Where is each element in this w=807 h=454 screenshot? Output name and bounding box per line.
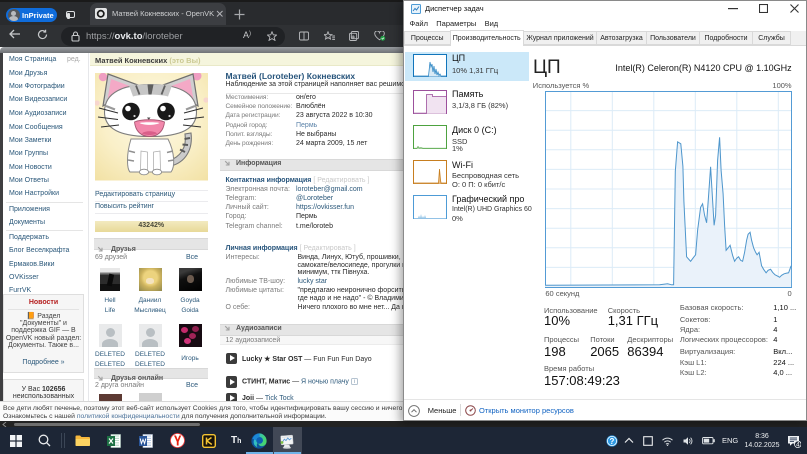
svg-text:4: 4: [796, 442, 800, 449]
svg-text:?: ?: [610, 436, 615, 445]
